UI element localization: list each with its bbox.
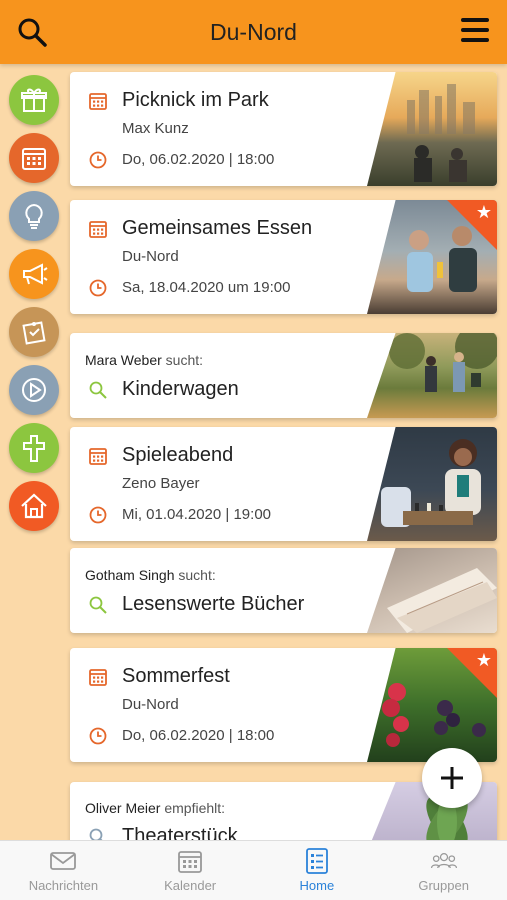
event-title: Sommerfest <box>122 665 230 687</box>
category-church-button[interactable] <box>9 423 59 473</box>
envelope-icon <box>50 852 77 870</box>
tab-home[interactable]: Home <box>254 841 381 900</box>
tab-label: Kalender <box>164 878 217 893</box>
search-title: Kinderwagen <box>122 378 239 400</box>
event-card[interactable]: Gemeinsames Essen Du-Nord Sa, 18.04.2020… <box>70 200 497 314</box>
page-title: Du-Nord <box>210 18 297 45</box>
clock-icon <box>89 151 107 169</box>
category-note-button[interactable] <box>9 307 59 357</box>
event-date: Do, 06.02.2020 | 18:00 <box>122 151 275 168</box>
author-name: Oliver Meier <box>85 800 161 816</box>
calendar-icon <box>89 669 107 686</box>
event-date: Mi, 01.04.2020 | 19:00 <box>122 506 272 523</box>
category-calendar-button[interactable] <box>9 133 59 183</box>
calendar-icon <box>89 221 107 238</box>
tab-gruppen[interactable]: Gruppen <box>380 841 507 900</box>
magnifier-icon <box>89 381 107 399</box>
gift-icon <box>21 88 47 112</box>
tab-label: Nachrichten <box>28 878 99 893</box>
event-title: Spieleabend <box>122 444 234 466</box>
author-action: sucht: <box>165 352 204 368</box>
event-card[interactable]: Picknick im Park Max Kunz Do, 06.02.2020… <box>70 72 497 186</box>
category-media-button[interactable] <box>9 365 59 415</box>
search-title: Lesenswerte Bücher <box>122 593 305 615</box>
search-image <box>367 333 497 418</box>
clock-icon <box>89 506 107 524</box>
search-image <box>367 548 497 633</box>
tab-kalender[interactable]: Kalender <box>127 841 254 900</box>
author-name: Gotham Singh <box>85 567 175 583</box>
recommendation-author: Oliver Meier empfiehlt: <box>85 800 225 816</box>
tab-nachrichten[interactable]: Nachrichten <box>0 841 127 900</box>
author-name: Mara Weber <box>85 352 162 368</box>
calendar-icon <box>89 93 107 110</box>
play-icon <box>22 378 46 402</box>
bottom-tab-bar: Nachrichten Kalender Home Gruppen <box>0 840 507 900</box>
cross-icon <box>23 435 45 462</box>
search-author: Gotham Singh sucht: <box>85 567 216 583</box>
event-image <box>367 72 497 186</box>
event-date: Sa, 18.04.2020 um 19:00 <box>122 279 291 296</box>
calendar-icon <box>22 148 46 170</box>
magnifier-icon <box>89 596 107 614</box>
search-author: Mara Weber sucht: <box>85 352 203 368</box>
tab-label: Home <box>299 878 335 893</box>
clock-icon <box>89 727 107 745</box>
hamburger-menu-icon[interactable] <box>459 16 491 44</box>
event-organizer: Du-Nord <box>122 248 179 265</box>
event-card[interactable]: Sommerfest Du-Nord Do, 06.02.2020 | 18:0… <box>70 648 497 762</box>
event-card[interactable]: Spieleabend Zeno Bayer Mi, 01.04.2020 | … <box>70 427 497 541</box>
event-organizer: Max Kunz <box>122 120 189 137</box>
tab-label: Gruppen <box>418 878 469 893</box>
group-icon <box>430 852 457 869</box>
event-date: Do, 06.02.2020 | 18:00 <box>122 727 275 744</box>
top-bar: Du-Nord <box>0 0 507 64</box>
category-idea-button[interactable] <box>9 191 59 241</box>
author-action: sucht: <box>178 567 216 583</box>
clock-icon <box>89 279 107 297</box>
category-gift-button[interactable] <box>9 75 59 125</box>
list-icon <box>305 848 328 874</box>
event-image <box>367 427 497 541</box>
note-icon <box>22 321 46 345</box>
search-icon[interactable] <box>16 16 48 48</box>
star-icon: ★ <box>475 202 492 223</box>
lightbulb-icon <box>25 203 43 229</box>
search-card[interactable]: Gotham Singh sucht: Lesenswerte Bücher <box>70 548 497 633</box>
event-organizer: Zeno Bayer <box>122 475 200 492</box>
author-action: empfiehlt: <box>164 800 226 816</box>
star-icon: ★ <box>475 650 492 671</box>
add-button[interactable] <box>422 748 482 808</box>
calendar-icon <box>89 448 107 465</box>
megaphone-icon <box>23 263 48 285</box>
home-icon <box>21 493 47 519</box>
category-home-button[interactable] <box>9 481 59 531</box>
category-sidebar <box>0 64 68 840</box>
calendar-icon <box>178 851 203 873</box>
category-announcement-button[interactable] <box>9 249 59 299</box>
event-organizer: Du-Nord <box>122 696 179 713</box>
search-card[interactable]: Mara Weber sucht: Kinderwagen <box>70 333 497 418</box>
plus-icon <box>441 767 463 789</box>
event-title: Gemeinsames Essen <box>122 217 313 239</box>
event-title: Picknick im Park <box>122 89 269 111</box>
